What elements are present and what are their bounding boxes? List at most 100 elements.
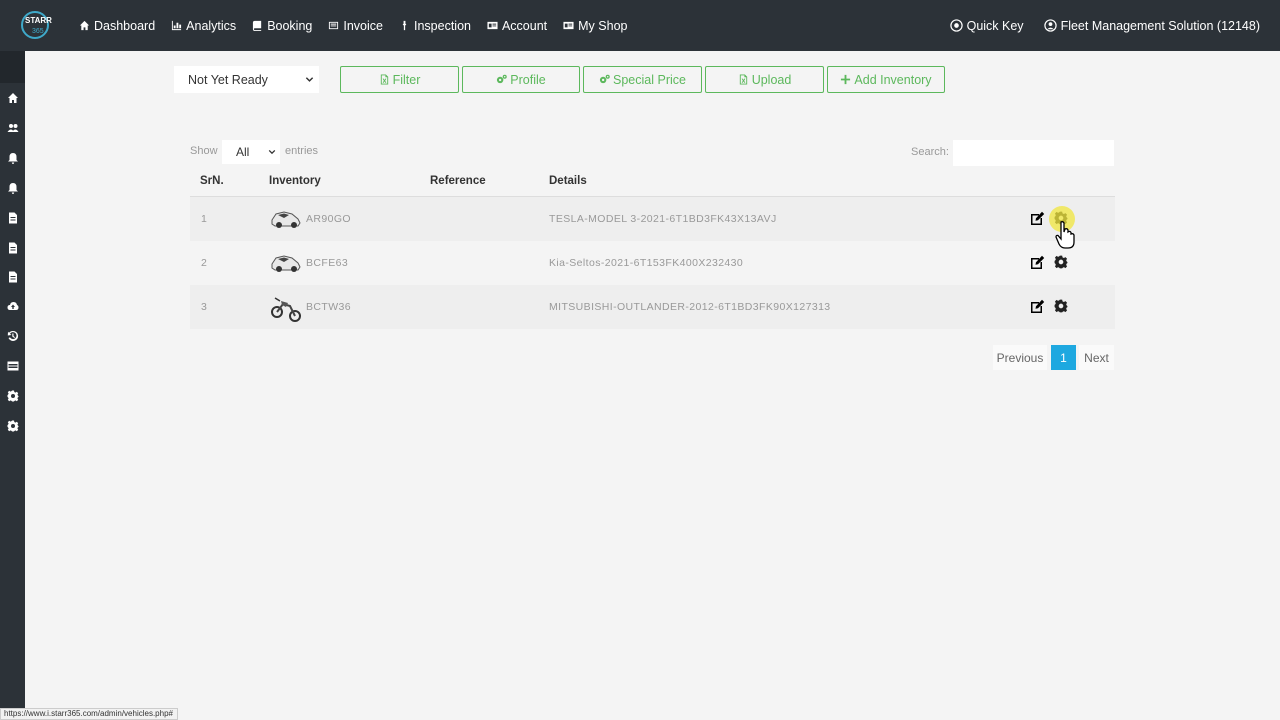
gears-icon <box>497 74 508 84</box>
inventory-table: SrN. Inventory Reference Details 1 AR90G… <box>190 168 1115 329</box>
top-navbar: STARR 365 Dashboard Analytics Booking In… <box>0 0 1280 51</box>
search-input[interactable] <box>953 140 1114 166</box>
document-icon[interactable] <box>7 271 19 283</box>
starr-logo[interactable]: STARR 365 <box>20 9 64 41</box>
sidebar-toggle[interactable] <box>0 51 25 83</box>
column-header[interactable]: Reference <box>430 175 486 187</box>
pagination-next[interactable]: Next <box>1079 345 1114 370</box>
quick-key-link[interactable]: Quick Key <box>949 18 1024 33</box>
table-row: 3 BCTW36 MITSUBISHI-OUTLANDER-2012-6T1BD… <box>190 285 1115 329</box>
book-icon <box>253 20 262 31</box>
search-label: Search: <box>911 146 949 158</box>
special-price-button[interactable]: Special Price <box>583 66 702 93</box>
id-card-icon <box>487 21 498 30</box>
filter-button[interactable]: Filter <box>340 66 459 93</box>
bell-icon[interactable] <box>7 182 19 194</box>
entries-label: entries <box>285 145 319 157</box>
details-cell: Kia-Seltos-2021-6T153FK400X232430 <box>549 257 744 269</box>
wrench-icon <box>402 20 407 31</box>
entries-select[interactable]: All <box>222 140 280 164</box>
details-cell: MITSUBISHI-OUTLANDER-2012-6T1BD3FK90X127… <box>549 301 831 313</box>
nav-label: Account <box>501 18 548 33</box>
excel-file-icon <box>380 74 388 85</box>
edit-icon[interactable] <box>1030 211 1045 226</box>
details-cell: TESLA-MODEL 3-2021-6T1BD3FK43X13AVJ <box>549 213 777 225</box>
nav-label: Invoice <box>343 18 383 33</box>
bar-chart-icon <box>172 20 182 31</box>
srn-cell: 2 <box>201 257 208 269</box>
browser-status-url: https://www.i.starr365.com/admin/vehicle… <box>0 708 178 720</box>
entries-select-value: All <box>236 145 250 159</box>
status-select-value: Not Yet Ready <box>188 72 268 87</box>
column-header[interactable]: Details <box>549 175 587 187</box>
gear-icon[interactable] <box>7 390 19 402</box>
svg-text:365: 365 <box>32 28 44 35</box>
add-inventory-button[interactable]: Add Inventory <box>827 66 945 93</box>
svg-text:STARR: STARR <box>25 16 52 25</box>
nav-label: My Shop <box>578 18 628 33</box>
nav-label: Inspection <box>413 18 471 33</box>
nav-my-shop[interactable]: My Shop <box>563 19 627 33</box>
upload-button[interactable]: Upload <box>705 66 824 93</box>
inventory-cell[interactable]: BCTW36 <box>306 301 351 313</box>
gear-icon[interactable] <box>1054 255 1068 269</box>
home-icon <box>79 20 90 31</box>
table-icon[interactable] <box>7 360 19 372</box>
nav-analytics[interactable]: Analytics <box>171 19 236 33</box>
nav-inspection[interactable]: Inspection <box>399 19 471 33</box>
pagination-previous[interactable]: Previous <box>993 345 1047 370</box>
nav-right: Quick Key Fleet Management Solution (121… <box>930 0 1260 51</box>
user-icon <box>1043 19 1057 32</box>
edit-icon[interactable] <box>1030 299 1045 314</box>
nav-invoice[interactable]: Invoice <box>328 19 383 33</box>
chevron-down-icon <box>305 77 314 82</box>
column-header[interactable]: SrN. <box>200 175 224 187</box>
table-row: 2 BCFE63 Kia-Seltos-2021-6T153FK400X2324… <box>190 241 1115 285</box>
column-header[interactable]: Inventory <box>269 175 321 187</box>
nav-dashboard[interactable]: Dashboard <box>79 19 155 33</box>
car-icon <box>271 211 301 228</box>
users-icon[interactable] <box>7 122 19 134</box>
home-icon[interactable] <box>7 92 19 104</box>
user-label: Fleet Management Solution (12148) <box>1060 18 1260 33</box>
user-menu[interactable]: Fleet Management Solution (12148) <box>1043 18 1260 33</box>
bell-icon[interactable] <box>7 152 19 164</box>
quick-key-label: Quick Key <box>966 18 1024 33</box>
history-icon[interactable] <box>7 330 19 342</box>
nav-label: Booking <box>267 18 313 33</box>
table-header: SrN. Inventory Reference Details <box>190 168 1115 197</box>
upload-label: Upload <box>751 72 792 87</box>
document-icon[interactable] <box>7 212 19 224</box>
document-icon[interactable] <box>7 242 19 254</box>
special-price-label: Special Price <box>613 72 686 87</box>
gear-icon[interactable] <box>1054 299 1068 313</box>
inventory-cell[interactable]: AR90GO <box>306 213 351 225</box>
nav-booking[interactable]: Booking <box>252 19 312 33</box>
inventory-cell[interactable]: BCFE63 <box>306 257 348 269</box>
filter-label: Filter <box>392 72 421 87</box>
cloud-upload-icon[interactable] <box>7 300 19 312</box>
motorcycle-icon <box>271 297 301 322</box>
profile-label: Profile <box>510 72 546 87</box>
plus-icon <box>841 74 851 85</box>
table-row: 1 AR90GO TESLA-MODEL 3-2021-6T1BD3FK43X1… <box>190 197 1115 241</box>
pagination-page[interactable]: 1 <box>1051 345 1076 370</box>
nav-account[interactable]: Account <box>487 19 547 33</box>
gears-icon <box>599 74 610 84</box>
excel-file-icon <box>739 74 747 85</box>
gear-icon[interactable] <box>7 420 19 432</box>
invoice-icon <box>329 21 339 30</box>
edit-icon[interactable] <box>1030 255 1045 270</box>
hand-cursor-icon <box>1055 221 1075 249</box>
srn-cell: 3 <box>201 301 208 313</box>
profile-button[interactable]: Profile <box>462 66 580 93</box>
compass-icon <box>949 19 963 32</box>
main-nav: Dashboard Analytics Booking Invoice Insp… <box>79 0 643 51</box>
car-icon <box>271 255 301 272</box>
nav-label: Dashboard <box>94 18 156 33</box>
srn-cell: 1 <box>201 213 208 225</box>
chevron-down-icon <box>268 149 276 155</box>
shop-icon <box>563 21 574 30</box>
add-inventory-label: Add Inventory <box>854 72 932 87</box>
status-select[interactable]: Not Yet Ready <box>174 66 319 93</box>
